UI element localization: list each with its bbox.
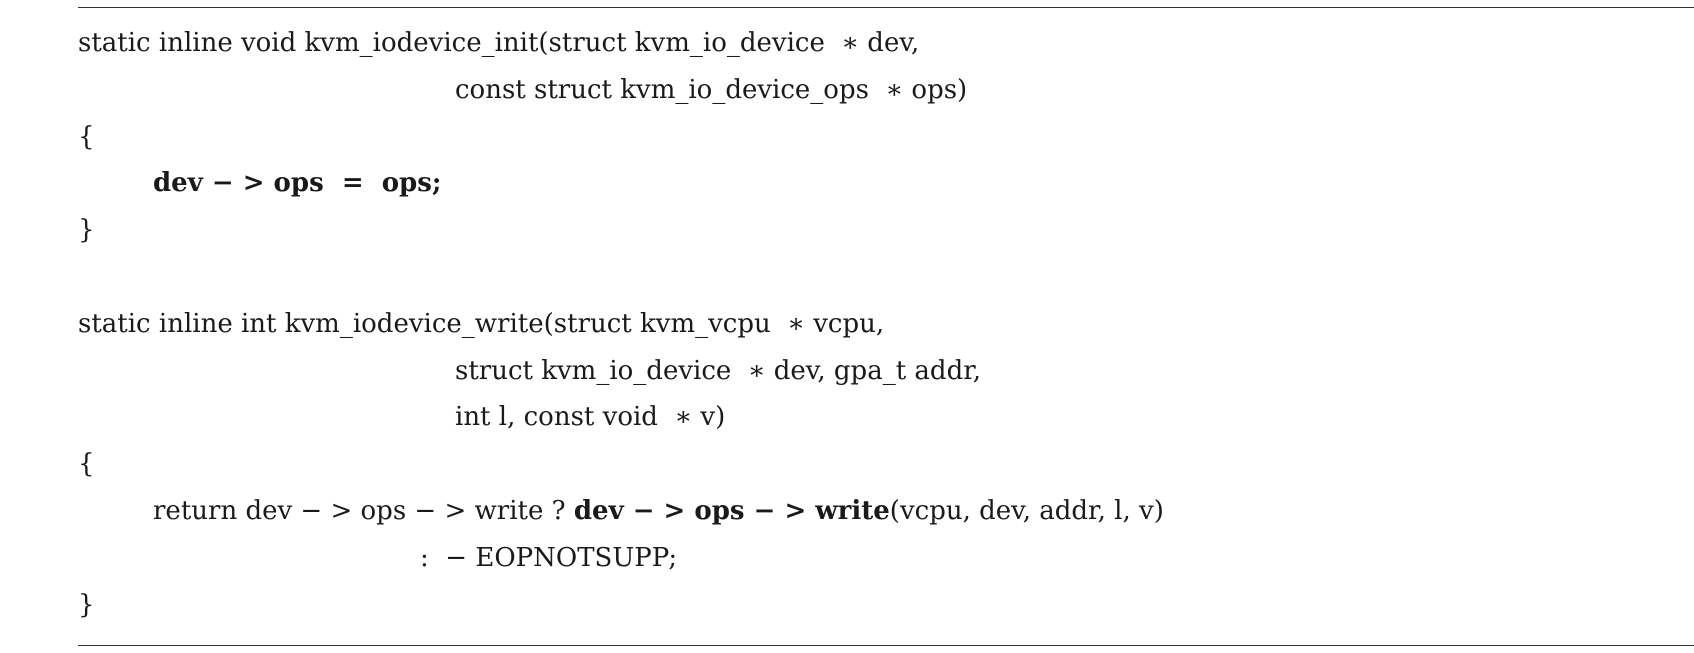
code-line: { <box>78 449 95 480</box>
code-line: static inline void kvm_iodevice_init(str… <box>78 28 920 58</box>
bold-call: dev − > ops − > write <box>573 495 890 526</box>
code-line-bold: dev − > ops = ops; <box>153 168 442 199</box>
code-line: struct kvm_io_device ∗ dev, gpa_t addr, <box>455 355 982 386</box>
code-line: { <box>78 121 95 152</box>
call-args: (vcpu, dev, addr, l, v) <box>889 495 1164 526</box>
code-line: } <box>78 589 95 620</box>
code-line-return: return dev − > ops − > write ? dev − > o… <box>78 488 1638 535</box>
code-line: const struct kvm_io_device_ops ∗ ops) <box>455 74 968 105</box>
code-line: static inline int kvm_iodevice_write(str… <box>78 308 885 339</box>
return-prefix: return dev − > ops − > write ? <box>153 495 574 526</box>
code-line: : − EOPNOTSUPP; <box>420 542 678 573</box>
top-rule <box>78 7 1694 8</box>
bottom-rule <box>78 645 1694 646</box>
code-listing: static inline void kvm_iodevice_init(str… <box>78 20 1638 628</box>
code-line: int l, const void ∗ v) <box>455 402 726 433</box>
code-line: } <box>78 215 95 246</box>
